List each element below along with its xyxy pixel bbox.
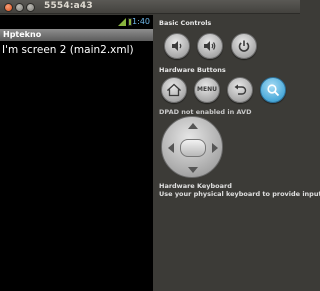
dpad-center-button[interactable] xyxy=(180,139,206,157)
volume-down-icon xyxy=(172,41,182,51)
dpad-up-icon[interactable] xyxy=(188,123,198,129)
dpad-left-icon[interactable] xyxy=(168,143,174,153)
volume-down-button[interactable] xyxy=(164,33,190,59)
power-icon xyxy=(238,40,250,52)
emulator-controls-panel: Basic Controls Hardware Buttons MENU DPA… xyxy=(153,15,320,291)
app-title: Hptekno xyxy=(3,30,42,39)
maximize-icon[interactable] xyxy=(26,3,35,12)
dpad-down-icon[interactable] xyxy=(188,167,198,173)
screen-content-text: I'm screen 2 (main2.xml) xyxy=(2,44,134,56)
status-bar: 1:40 xyxy=(0,15,153,29)
volume-up-button[interactable] xyxy=(197,33,223,59)
hardware-buttons-title: Hardware Buttons xyxy=(159,66,226,74)
home-icon xyxy=(167,83,181,97)
hardware-keyboard-title: Hardware Keyboard xyxy=(159,182,232,190)
dpad-right-icon[interactable] xyxy=(212,143,218,153)
back-icon xyxy=(234,84,247,95)
back-button[interactable] xyxy=(227,77,253,103)
status-time: 1:40 xyxy=(132,17,150,26)
home-button[interactable] xyxy=(161,77,187,103)
close-icon[interactable] xyxy=(4,3,13,12)
app-title-bar: Hptekno xyxy=(0,29,153,41)
power-button[interactable] xyxy=(231,33,257,59)
volume-up-icon xyxy=(204,41,216,51)
signal-icon xyxy=(118,18,126,26)
minimize-icon[interactable] xyxy=(15,3,24,12)
menu-label: MENU xyxy=(197,86,217,93)
dpad[interactable] xyxy=(161,116,223,178)
hardware-keyboard-description: Use your physical keyboard to provide in… xyxy=(159,190,320,198)
search-icon xyxy=(267,84,280,97)
device-screen[interactable]: 1:40 Hptekno I'm screen 2 (main2.xml) xyxy=(0,15,153,291)
window-titlebar: 5554:a43 xyxy=(0,0,300,14)
dpad-title: DPAD not enabled in AVD xyxy=(159,108,252,116)
menu-button[interactable]: MENU xyxy=(194,77,220,103)
basic-controls-title: Basic Controls xyxy=(159,19,212,27)
search-button[interactable] xyxy=(260,77,286,103)
window-title: 5554:a43 xyxy=(44,1,93,11)
